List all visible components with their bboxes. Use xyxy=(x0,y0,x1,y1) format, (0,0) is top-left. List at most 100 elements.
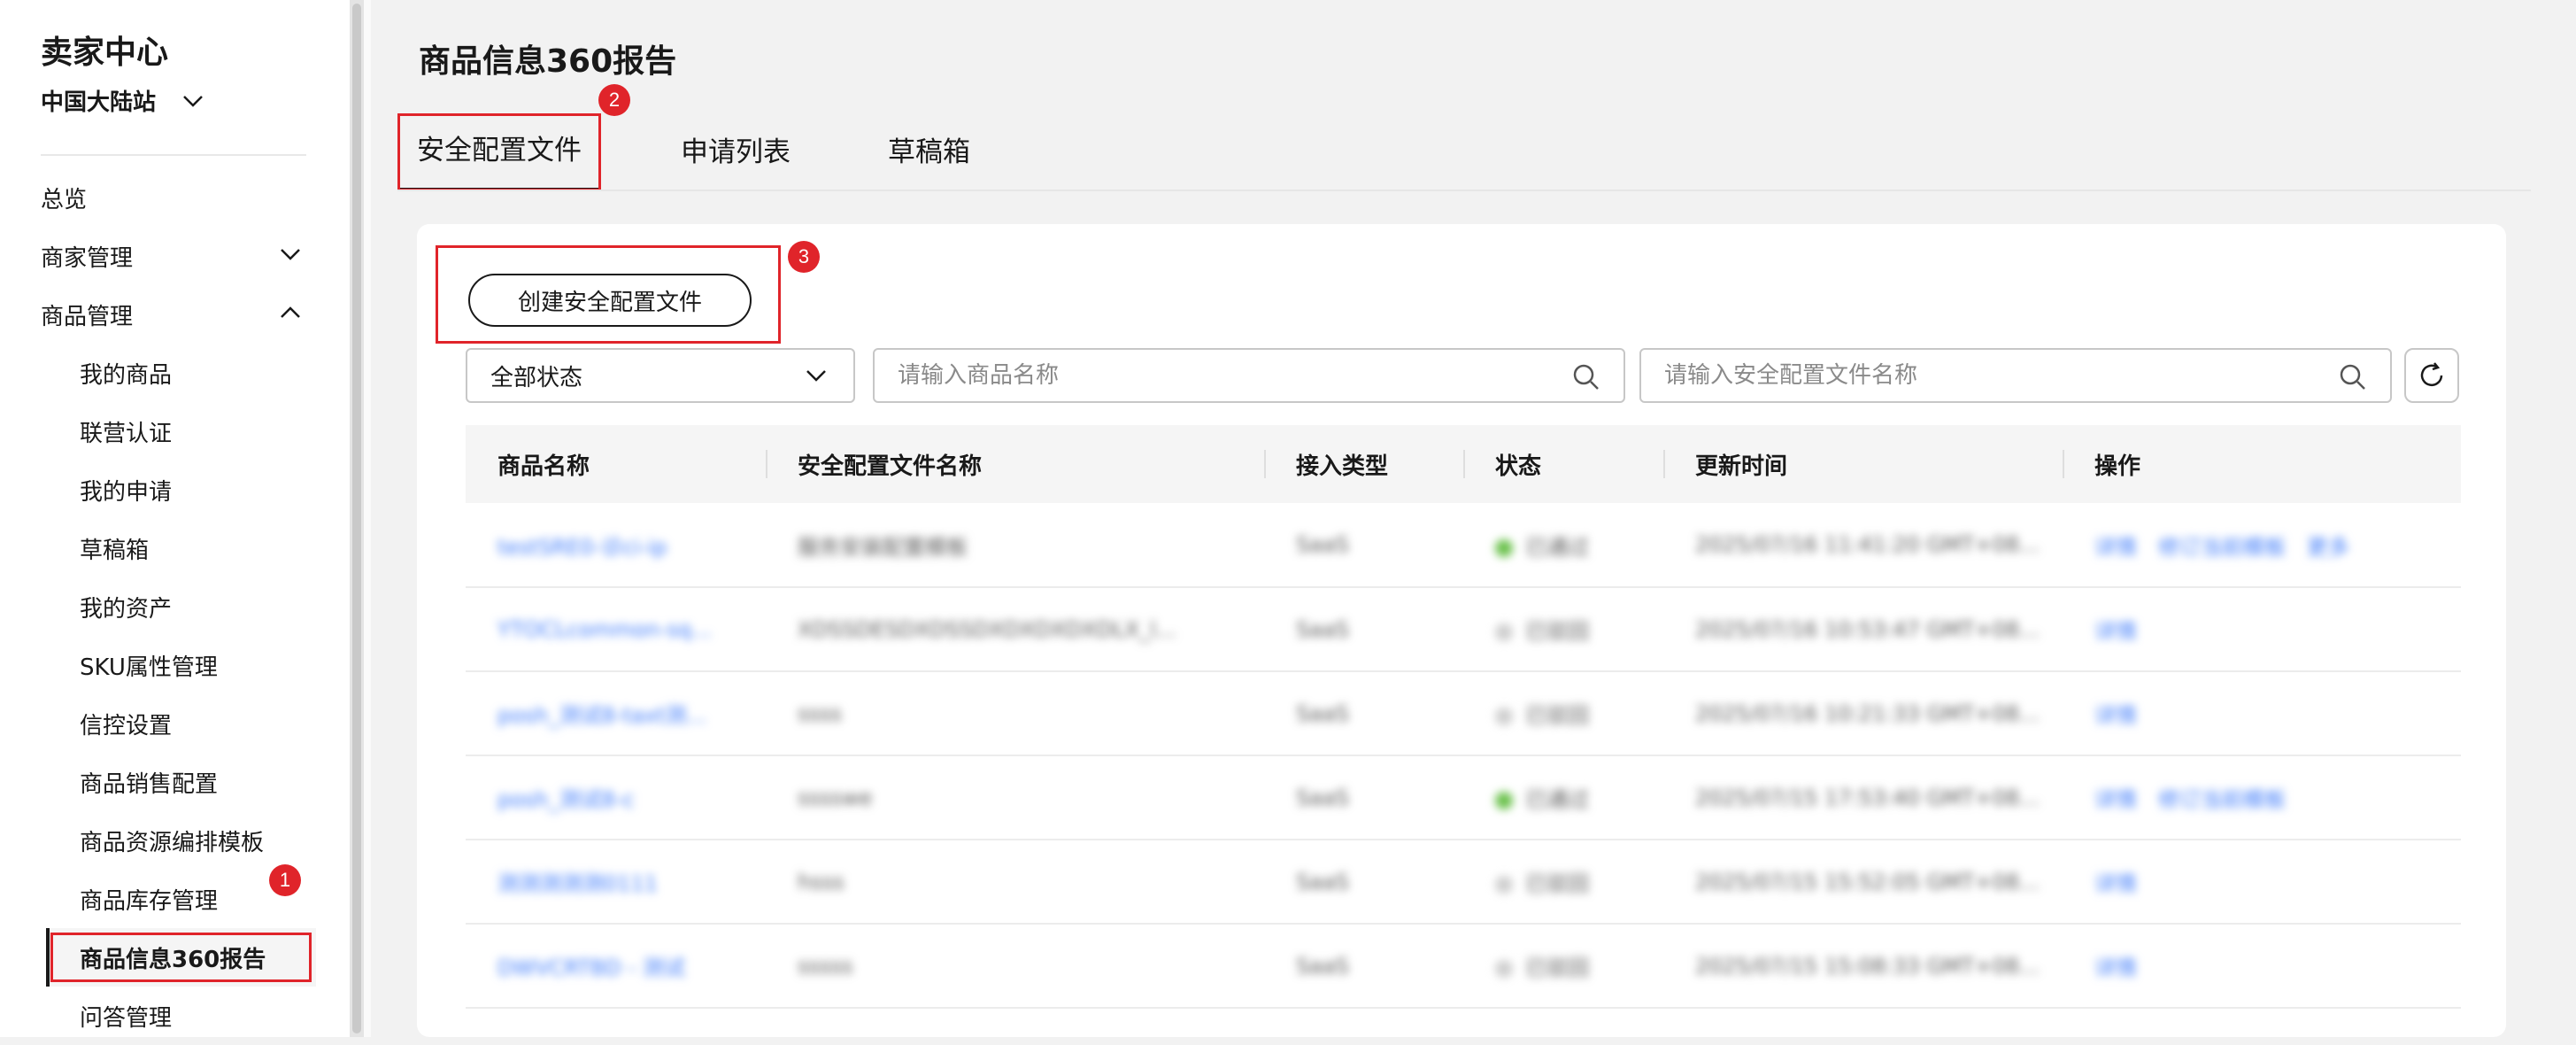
sidebar-item-product-management[interactable]: 商品管理 xyxy=(0,285,345,344)
sidebar-item-my-products[interactable]: 我的商品 xyxy=(0,344,345,402)
profile-name: sssswe xyxy=(798,785,873,810)
sidebar-item-label: 问答管理 xyxy=(80,1004,173,1032)
tab-bar: 安全配置文件 申请列表 草稿箱 xyxy=(397,113,1050,191)
sidebar-item-drafts[interactable]: 草稿箱 xyxy=(0,519,345,577)
op-detail-link[interactable]: 详情 xyxy=(2094,619,2137,644)
chevron-down-icon xyxy=(281,249,300,260)
profile-search-input[interactable] xyxy=(1664,362,2390,389)
table-row: testSRE0-诊ci-ip 服务安装配置模板 SaaS 已通过 2025/0… xyxy=(466,503,2461,587)
op-more-link[interactable]: 更多 xyxy=(2307,535,2349,560)
sidebar-item-label: 商家管理 xyxy=(41,244,134,272)
sidebar-edge xyxy=(364,0,371,1037)
table-header-row: 商品名称 安全配置文件名称 接入类型 状态 更新时间 操作 xyxy=(466,425,2461,503)
product-name-link[interactable]: testSRE0-诊ci-ip xyxy=(497,535,667,560)
sidebar-item-label: 商品库存管理 xyxy=(80,887,219,915)
sidebar-item-sales-config[interactable]: 商品销售配置 xyxy=(0,753,345,811)
column-header: 商品名称 xyxy=(497,453,590,480)
sidebar-item-label: 商品资源编排模板 xyxy=(80,829,265,856)
content-card: 创建安全配置文件 3 全部状态 商品名称 xyxy=(417,224,2506,1037)
sidebar-item-qa-management[interactable]: 问答管理 xyxy=(0,987,345,1045)
refresh-button[interactable] xyxy=(2404,348,2459,403)
tab-drafts[interactable]: 草稿箱 xyxy=(870,115,988,190)
op-detail-link[interactable]: 详情 xyxy=(2094,787,2137,812)
op-revise-link[interactable]: 修订当前模板 xyxy=(2158,535,2286,560)
sidebar-scrollbar[interactable] xyxy=(350,0,364,1037)
op-detail-link[interactable]: 详情 xyxy=(2094,871,2137,896)
sidebar-item-label: 商品管理 xyxy=(41,303,134,330)
op-detail-link[interactable]: 详情 xyxy=(2094,956,2137,980)
column-header: 接入类型 xyxy=(1264,425,1463,503)
status-select-value: 全部状态 xyxy=(490,364,583,391)
search-icon[interactable] xyxy=(1572,363,1600,391)
step-marker-2: 2 xyxy=(598,84,630,116)
access-type: SaaS xyxy=(1296,953,1349,979)
sidebar-item-label: 我的商品 xyxy=(80,361,173,389)
status-dot xyxy=(1495,876,1513,894)
sidebar-item-sku-attributes[interactable]: SKU属性管理 xyxy=(0,636,345,694)
status-select[interactable]: 全部状态 xyxy=(466,348,855,403)
table-row: YTOCLcommon-sq... XDSSDESDXDSSDXDXDXDXDL… xyxy=(466,587,2461,671)
table-row: posh_测试8-taxt测... ssss SaaS 已驳回 2025/07/… xyxy=(466,671,2461,755)
tab-security-profiles[interactable]: 安全配置文件 xyxy=(397,113,601,191)
access-type: SaaS xyxy=(1296,785,1349,810)
sidebar-item-label: 信控设置 xyxy=(80,712,173,739)
column-header: 更新时间 xyxy=(1663,425,2063,503)
status-text: 已通过 xyxy=(1525,534,1589,560)
region-selector[interactable]: 中国大陆站 xyxy=(41,84,204,117)
updated-time: 2025/07/15 15:52:05 GMT+08... xyxy=(1695,869,2040,894)
updated-time: 2025/07/16 10:53:47 GMT+08... xyxy=(1695,616,2040,642)
main-content: 商品信息360报告 2 安全配置文件 申请列表 草稿箱 创建安全配置文件 3 全… xyxy=(371,0,2558,1037)
sidebar-item-label: SKU属性管理 xyxy=(80,654,218,681)
sidebar-item-label: 联营认证 xyxy=(80,420,173,447)
sidebar-item-merchant-management[interactable]: 商家管理 xyxy=(0,227,345,285)
op-detail-link[interactable]: 详情 xyxy=(2094,703,2137,728)
product-name-link[interactable]: 测测测测测0111 xyxy=(497,871,658,896)
sidebar-item-credit-settings[interactable]: 信控设置 xyxy=(0,694,345,753)
sidebar-item-label: 我的资产 xyxy=(80,595,173,623)
region-label: 中国大陆站 xyxy=(41,89,157,116)
status-text: 已驳回 xyxy=(1525,871,1589,896)
table-row: posh_测试8-c sssswe SaaS 已通过 2025/07/15 17… xyxy=(466,755,2461,840)
scrollbar-thumb[interactable] xyxy=(352,4,361,1033)
profile-name: 服务安装配置模板 xyxy=(798,534,968,560)
create-profile-button[interactable]: 创建安全配置文件 xyxy=(468,274,752,327)
security-profile-table: 商品名称 安全配置文件名称 接入类型 状态 更新时间 操作 testSRE0-诊… xyxy=(466,425,2461,1009)
op-revise-link[interactable]: 修订当前模板 xyxy=(2158,787,2286,812)
access-type: SaaS xyxy=(1296,616,1349,642)
tab-application-list[interactable]: 申请列表 xyxy=(663,115,808,190)
product-name-link[interactable]: DWVCRTBD - 测试 xyxy=(497,956,685,980)
page-title: 商品信息360报告 xyxy=(419,43,677,80)
sidebar-divider xyxy=(41,154,306,156)
tab-divider xyxy=(397,190,2531,191)
sidebar-item-my-applications[interactable]: 我的申请 xyxy=(0,461,345,519)
updated-time: 2025/07/16 11:41:20 GMT+08... xyxy=(1695,532,2040,557)
status-text: 已通过 xyxy=(1525,787,1589,812)
product-name-link[interactable]: posh_测试8-taxt测... xyxy=(497,703,706,728)
updated-time: 2025/07/15 15:08:33 GMT+08... xyxy=(1695,953,2040,979)
sidebar-item-resource-template[interactable]: 商品资源编排模板 xyxy=(0,811,345,870)
product-name-link[interactable]: posh_测试8-c xyxy=(497,787,635,812)
sidebar-item-360-report[interactable]: 商品信息360报告 xyxy=(46,928,316,987)
product-search-input[interactable] xyxy=(898,362,1623,389)
product-name-link[interactable]: YTOCLcommon-sq... xyxy=(497,617,712,642)
updated-time: 2025/07/15 17:53:40 GMT+08... xyxy=(1695,785,2040,810)
sidebar-item-label: 我的申请 xyxy=(80,478,173,506)
profile-name: sssss xyxy=(798,953,853,979)
column-header: 操作 xyxy=(2063,425,2461,503)
profile-name: XDSSDESDXDSSDXDXDXDXDLX_l... xyxy=(798,616,1176,642)
profile-search xyxy=(1639,348,2392,403)
status-text: 已驳回 xyxy=(1525,956,1589,980)
sidebar-item-joint-certification[interactable]: 联营认证 xyxy=(0,402,345,461)
sidebar-item-label: 商品销售配置 xyxy=(80,770,219,798)
sidebar-item-my-assets[interactable]: 我的资产 xyxy=(0,577,345,636)
table-row: 测测测测测0111 hsss SaaS 已驳回 2025/07/15 15:52… xyxy=(466,840,2461,924)
filter-bar: 全部状态 xyxy=(466,348,2461,403)
sidebar-item-overview[interactable]: 总览 xyxy=(0,168,345,227)
chevron-down-icon xyxy=(806,370,826,382)
status-text: 已驳回 xyxy=(1525,703,1589,728)
op-detail-link[interactable]: 详情 xyxy=(2094,535,2137,560)
status-dot xyxy=(1495,623,1513,641)
step-marker-3: 3 xyxy=(788,241,820,273)
chevron-down-icon xyxy=(183,95,203,107)
search-icon[interactable] xyxy=(2339,363,2367,391)
